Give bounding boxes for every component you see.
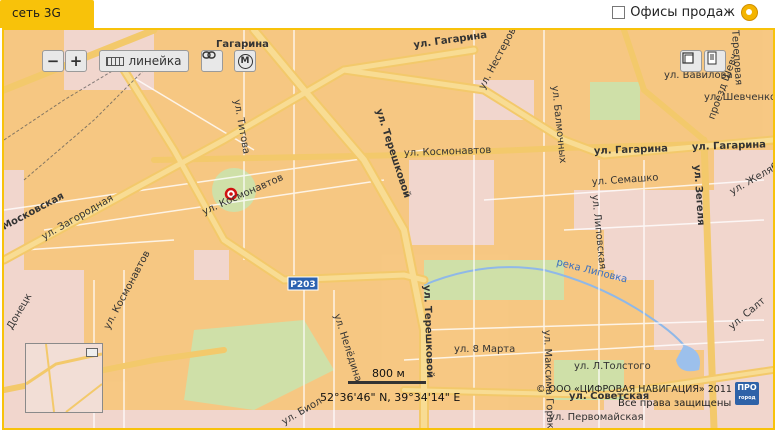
scale-label: 800 м [372, 367, 405, 380]
pro-logo-subtext: город [738, 395, 756, 401]
minimap-toggle-icon[interactable] [86, 348, 98, 357]
coordinates-readout: 52°36'46" N, 39°34'14" E [320, 391, 461, 404]
street-label: Гагарина [216, 39, 269, 50]
tab-3g-network[interactable]: сеть 3G [0, 0, 94, 28]
link-icon [202, 51, 216, 59]
sales-offices-label: Офисы продаж [630, 5, 735, 20]
street-label: ул. Л.Толстого [574, 361, 651, 372]
sales-offices-toggle[interactable]: Офисы продаж [612, 4, 758, 21]
print-button[interactable] [704, 50, 726, 72]
pro-gorod-logo[interactable]: ПРО город [735, 382, 759, 405]
zoom-in-button[interactable]: + [65, 50, 87, 72]
metro-icon: М [237, 53, 253, 69]
sales-offices-checkbox[interactable] [612, 6, 626, 19]
street-label: ул. Салт [727, 295, 768, 332]
street-label: ул. Первомайская [549, 412, 644, 423]
street-label: ул. Желябова [728, 152, 773, 198]
map-canvas[interactable]: P203 Гагарина ул. Гагарина ул. Гагарина … [2, 28, 775, 430]
ruler-button[interactable]: линейка [99, 50, 189, 72]
ruler-label: линейка [128, 54, 182, 68]
zoom-out-button[interactable]: − [42, 50, 64, 72]
pro-logo-text: ПРО [737, 383, 757, 392]
tab-3g-label: сеть 3G [12, 6, 61, 20]
route-sign-label: P203 [290, 280, 315, 290]
fullscreen-button[interactable] [680, 50, 702, 72]
metro-button[interactable]: М [234, 50, 256, 72]
print-icon [707, 51, 717, 65]
scale-line [348, 381, 426, 384]
ruler-icon [106, 56, 125, 66]
link-button[interactable] [201, 50, 223, 72]
office-marker-icon [741, 4, 758, 21]
rights-text: Все права защищены [618, 398, 732, 409]
fullscreen-icon [682, 52, 694, 64]
minimap[interactable] [25, 343, 103, 413]
copyright-text: © ООО «ЦИФРОВАЯ НАВИГАЦИЯ» 2011 [536, 384, 732, 395]
street-label: ул. 8 Марта [454, 344, 515, 355]
scale-bar: 800 м [348, 367, 426, 385]
street-label: ул. Гагарина [692, 139, 766, 153]
